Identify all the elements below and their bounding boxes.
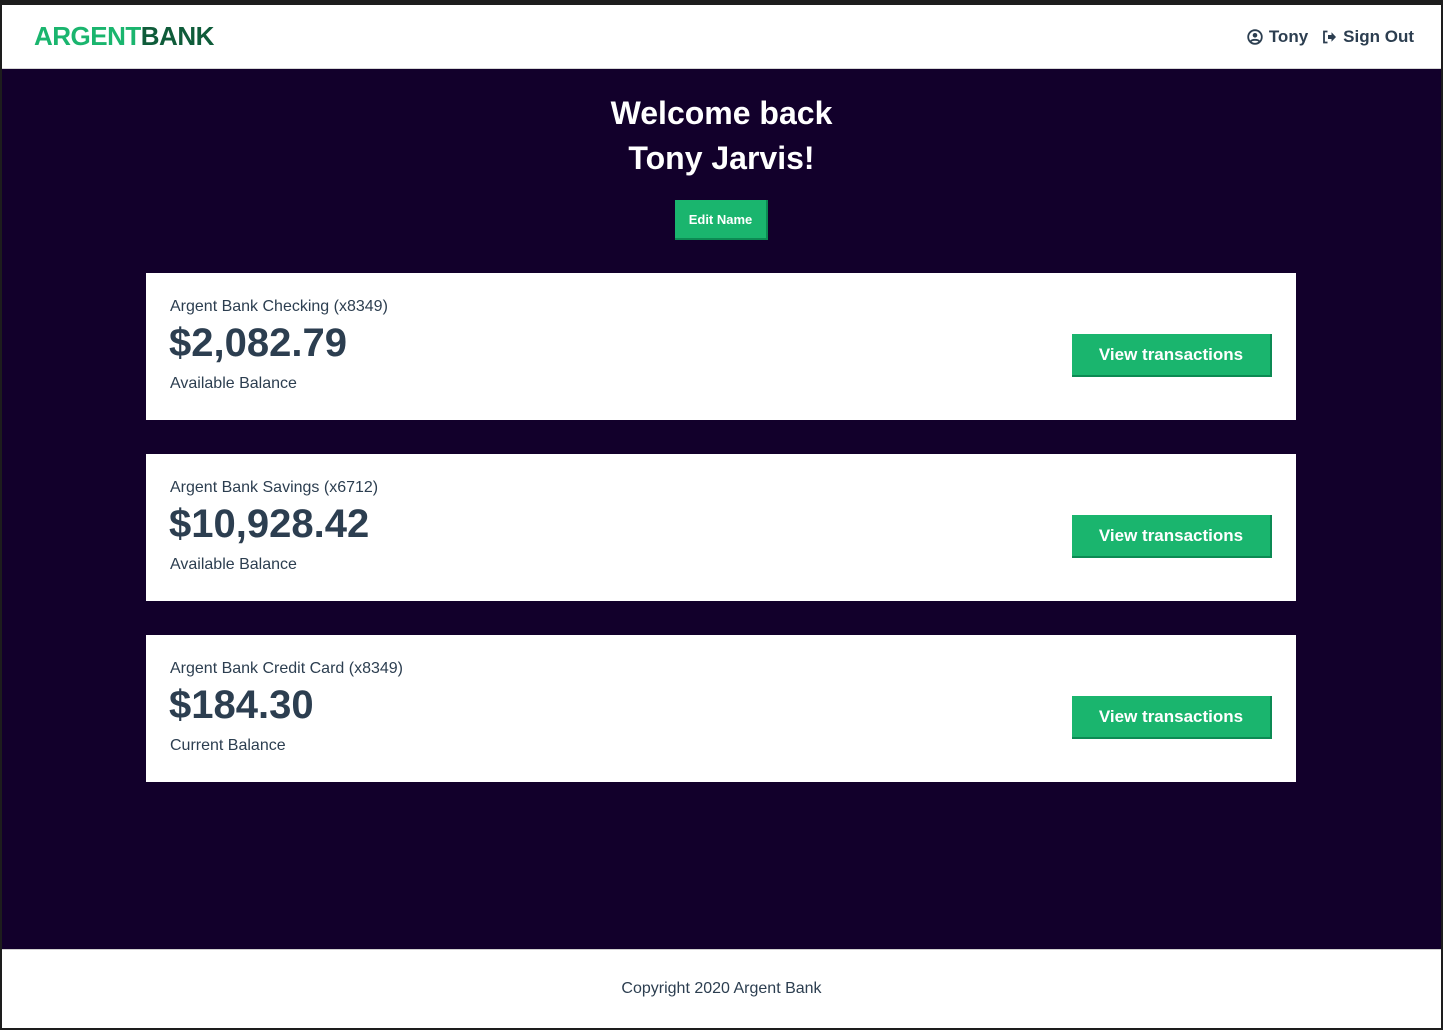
nav-links: Tony Sign Out [1247,27,1414,47]
sign-out-icon [1322,30,1337,44]
logo-text-bank: BANK [140,21,215,51]
account-amount-description: Available Balance [170,375,297,392]
account-card-credit: Argent Bank Credit Card (x8349) $184.30 … [146,635,1296,782]
account-card-savings: Argent Bank Savings (x6712) $10,928.42 A… [146,454,1296,601]
view-transactions-button[interactable]: View transactions [1072,334,1272,377]
account-amount: $184.30 [169,683,314,727]
user-profile-link[interactable]: Tony [1247,27,1308,47]
app-window: ARGENTBANK Tony Sign Out Welcome back To… [2,5,1441,1028]
account-card-checking: Argent Bank Checking (x8349) $2,082.79 A… [146,273,1296,420]
main-nav: ARGENTBANK Tony Sign Out [2,5,1441,69]
account-title: Argent Bank Credit Card (x8349) [170,660,403,677]
account-title: Argent Bank Checking (x8349) [170,298,388,315]
welcome-user-name: Tony Jarvis! [628,140,815,176]
view-transactions-button[interactable]: View transactions [1072,515,1272,558]
account-title: Argent Bank Savings (x6712) [170,479,379,496]
footer: Copyright 2020 Argent Bank [2,949,1441,1028]
sign-out-label: Sign Out [1343,26,1414,46]
account-amount: $10,928.42 [169,502,370,546]
edit-name-button[interactable]: Edit Name [675,200,768,240]
account-amount-description: Available Balance [170,556,297,573]
welcome-line-1: Welcome back [610,95,833,131]
footer-copyright: Copyright 2020 Argent Bank [621,980,822,997]
account-amount: $2,082.79 [169,321,347,365]
logo[interactable]: ARGENTBANK [34,21,214,52]
user-name-label: Tony [1268,26,1309,46]
sign-out-link[interactable]: Sign Out [1322,27,1414,47]
welcome-header: Welcome back Tony Jarvis! [2,91,1441,181]
logo-text-argent: ARGENT [34,21,141,51]
account-amount-description: Current Balance [170,737,286,754]
view-transactions-button[interactable]: View transactions [1072,696,1272,739]
user-circle-icon [1247,28,1263,45]
main-content: Welcome back Tony Jarvis! Edit Name Arge… [2,69,1441,949]
